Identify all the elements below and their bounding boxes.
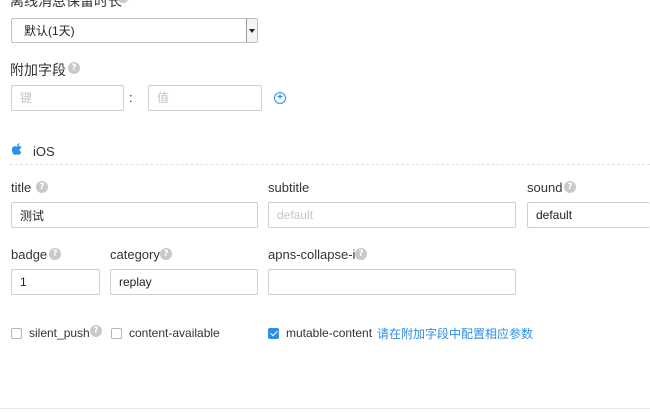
offline-retention-selected: 默认(1天) [24,24,75,38]
category-label: category [110,247,160,262]
badge-input[interactable] [11,269,100,295]
key-value-separator: : [129,90,133,105]
offline-retention-label: 离线消息保留时长 [10,0,122,9]
help-icon[interactable]: ? [355,248,367,260]
subtitle-input[interactable] [268,202,516,228]
help-icon[interactable]: ? [564,181,576,193]
badge-label: badge [11,247,48,262]
title-input[interactable] [11,202,258,228]
plus-circle-icon[interactable]: + [274,92,286,104]
offline-retention-select[interactable]: 默认(1天) [11,18,258,43]
apns-collapse-id-input[interactable] [268,269,516,295]
help-icon[interactable]: ? [49,248,61,260]
bottom-divider [0,408,650,409]
subtitle-label: subtitle [268,180,310,195]
extra-field-key-input[interactable] [11,85,124,111]
sound-label: sound [527,180,563,195]
apns-collapse-id-label: apns-collapse-id [268,247,363,262]
content-available-checkbox[interactable] [111,328,122,339]
section-divider [10,164,650,165]
help-icon[interactable]: ? [68,62,80,74]
mutable-content-checkbox[interactable] [268,328,279,339]
mutable-content-label: mutable-content [286,326,373,340]
silent-push-checkbox[interactable] [11,328,22,339]
chevron-down-icon[interactable] [246,19,257,42]
sound-input[interactable] [527,202,650,228]
help-icon[interactable]: ? [90,325,102,337]
extra-fields-hint-link[interactable]: 请在附加字段中配置相应参数 [377,325,533,342]
category-input[interactable] [110,269,258,295]
silent-push-label: silent_push [29,326,90,340]
help-icon[interactable]: ? [160,248,172,260]
apple-icon [12,143,22,155]
ios-section-title: iOS [33,144,55,159]
extra-field-value-input[interactable] [148,85,262,111]
extra-fields-label: 附加字段 [10,62,66,78]
content-available-label: content-available [129,326,220,340]
help-icon[interactable]: ? [36,181,48,193]
title-label: title [11,180,32,195]
